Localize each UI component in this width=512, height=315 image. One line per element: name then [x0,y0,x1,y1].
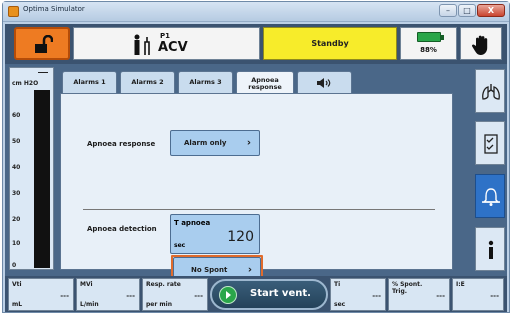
ventilation-mode: ACV [158,40,188,55]
ti-label: Ti [334,281,341,288]
pressure-tick: 10 [12,240,21,247]
t-apnoea-unit: sec [174,242,186,249]
ti-value: --- [372,292,381,300]
spont-trig-value: --- [436,292,445,300]
play-icon [219,286,237,304]
alarm-silence-button[interactable] [460,27,502,60]
info-button[interactable] [475,227,505,271]
vti-value: --- [60,292,69,300]
apnoea-detection-label: Apnoea detection [87,225,157,233]
pressure-unit: cm H2O [12,80,39,87]
spont-trig-cell[interactable]: % Spont. Trig. --- [388,278,450,311]
tab-alarms-1[interactable]: Alarms 1 [62,71,117,93]
t-apnoea-setting[interactable]: T apnoea sec 120 [170,214,260,254]
ie-value: --- [490,292,499,300]
tab-sound[interactable] [297,71,352,93]
minimize-button[interactable]: – [439,4,457,17]
ventilator-screen: P1 ACV Standby 88% cm H2O 60 50 40 30 20… [5,24,507,312]
alarms-button[interactable] [475,174,505,218]
pressure-tick: 30 [12,190,21,197]
pressure-tick: 60 [12,112,21,119]
window-title: Optima Simulator [23,5,85,13]
battery-panel: 88% [400,27,457,60]
mvi-value: --- [126,292,135,300]
speaker-icon [316,77,330,88]
pressure-tick: 50 [12,138,21,145]
chevron-right-icon: › [246,137,251,149]
padlock-open-icon [35,35,53,53]
mvi-cell[interactable]: MVi L/min --- [76,278,140,311]
t-apnoea-label: T apnoea [174,219,211,227]
resp-rate-unit: per min [146,301,172,308]
apnoea-response-button[interactable]: Alarm only › [170,130,260,156]
pressure-tick: 40 [12,164,21,171]
app-icon [8,6,19,17]
ie-cell[interactable]: I:E --- [452,278,504,311]
pressure-bar: cm H2O 60 50 40 30 20 10 0 [9,67,54,270]
resp-rate-cell[interactable]: Resp. rate per min --- [142,278,208,311]
tab-alarms-3[interactable]: Alarms 3 [178,71,233,93]
checklist-button[interactable] [475,121,505,165]
lungs-icon [482,84,500,100]
t-apnoea-value: 120 [227,229,254,245]
ie-label: I:E [456,281,465,288]
ti-cell[interactable]: Ti sec --- [330,278,386,311]
patient-mode-panel[interactable]: P1 ACV [73,27,260,60]
maximize-button[interactable]: □ [458,4,476,17]
top-bar: P1 ACV Standby 88% [5,24,507,64]
patient-icon [134,34,150,55]
section-divider [83,209,435,210]
battery-percent: 88% [420,46,437,54]
pressure-marker [38,72,48,73]
apnoea-response-value: Alarm only [184,139,227,147]
pressure-tick: 0 [12,262,17,269]
resp-rate-label: Resp. rate [146,281,181,288]
mvi-label: MVi [80,281,93,288]
resp-rate-value: --- [194,292,203,300]
mvi-unit: L/min [80,301,99,308]
start-vent-label: Start vent. [250,288,311,299]
apnoea-response-label: Apnoea response [87,140,156,148]
close-button[interactable]: X [477,4,505,17]
vti-label: Vti [12,281,22,288]
bottom-bar: Vti mL --- MVi L/min --- Resp. rate per … [5,276,507,312]
spont-trig-label: % Spont. Trig. [392,281,423,295]
window-controls: – □ X [439,4,505,17]
status-indicator: Standby [263,27,397,60]
info-icon [488,240,494,259]
unlock-button[interactable] [14,27,70,60]
title-bar: Optima Simulator – □ X [3,2,509,22]
vti-unit: mL [12,301,23,308]
ti-unit: sec [334,301,346,308]
bell-icon [482,188,500,206]
pressure-track [34,90,50,268]
patient-id: P1 [160,32,171,40]
hand-icon [472,35,488,55]
battery-icon [417,32,444,42]
tab-alarms-2[interactable]: Alarms 2 [120,71,175,93]
lungs-button[interactable] [475,69,505,113]
start-vent-button[interactable]: Start vent. [210,279,328,310]
tab-apnoea-response[interactable]: Apnoea response [236,71,294,95]
apnoea-settings-panel: Apnoea response Alarm only › Apnoea dete… [60,93,453,285]
checklist-icon [484,134,498,154]
pressure-tick: 20 [12,216,21,223]
simulator-window: Optima Simulator – □ X P1 ACV Standby 88… [2,1,510,313]
vti-cell[interactable]: Vti mL --- [8,278,74,311]
